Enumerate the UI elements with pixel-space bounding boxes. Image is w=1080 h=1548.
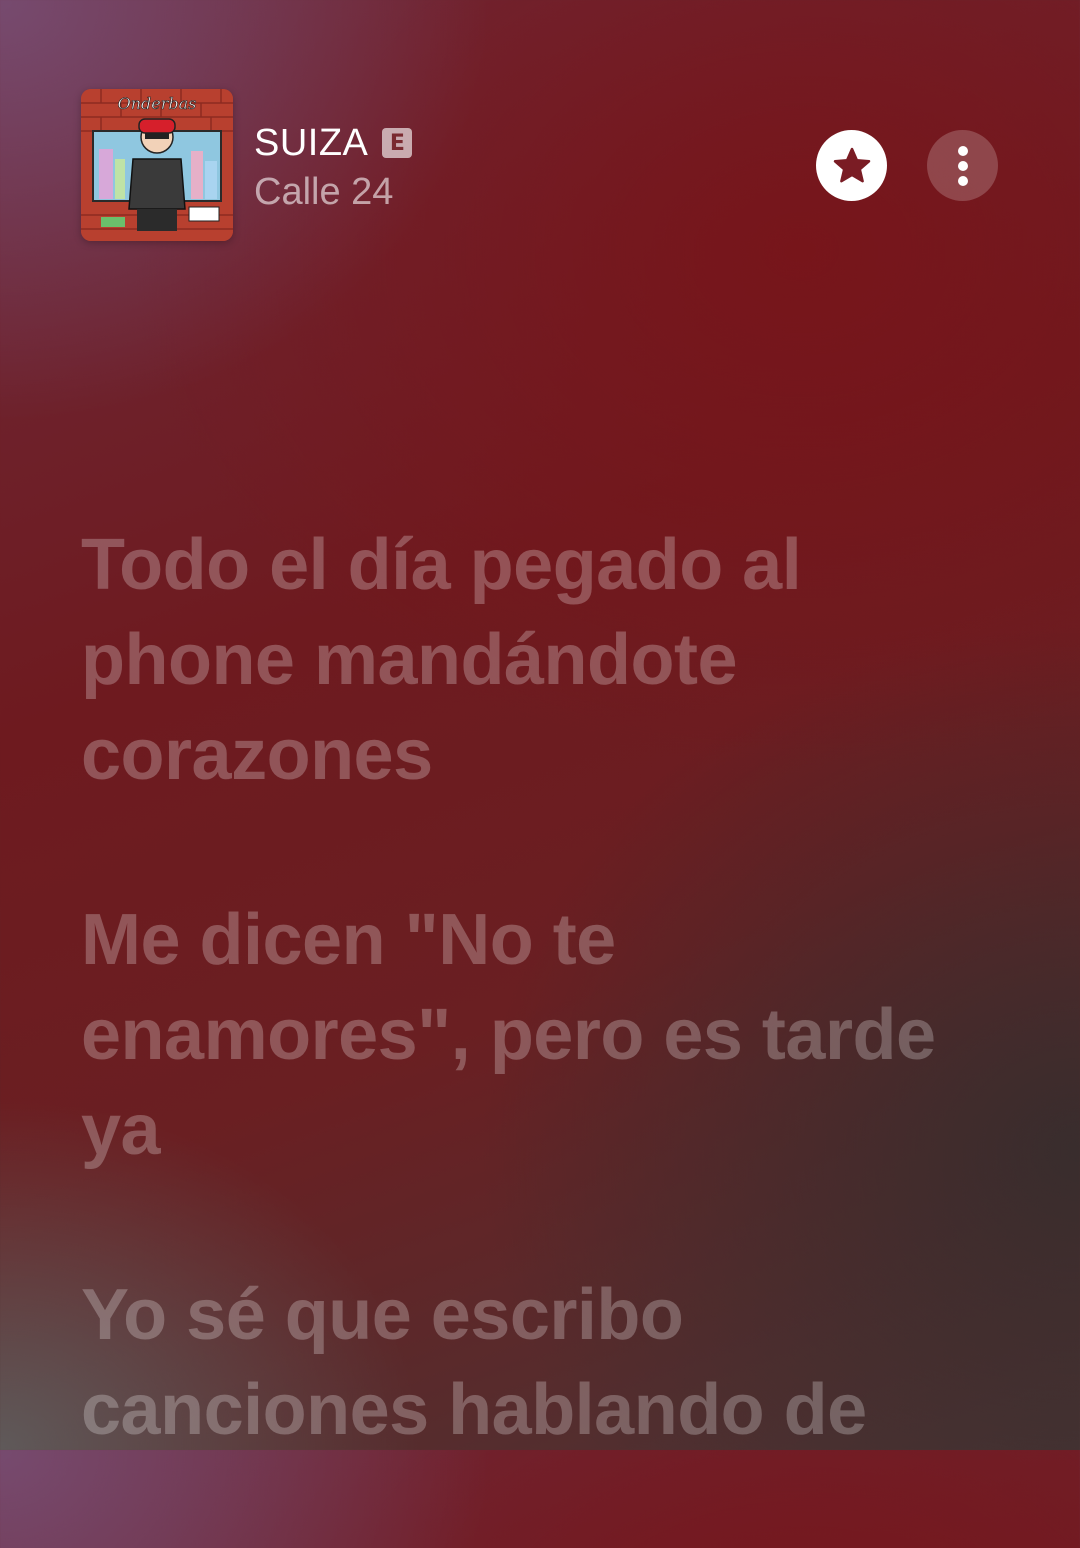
lyric-line[interactable]: Yo sé que escribo canciones hablando de — [81, 1268, 961, 1458]
lyric-line[interactable]: Todo el día pegado al phone mandándote c… — [81, 518, 961, 803]
favorite-button[interactable] — [816, 130, 887, 201]
lyric-line[interactable]: Me dicen "No te enamores", pero es tarde… — [81, 893, 961, 1178]
album-art-logo-text: Onderbas — [118, 94, 197, 113]
album-artwork[interactable]: Onderbas — [81, 89, 233, 241]
explicit-badge: E — [382, 128, 413, 158]
track-title-row: SUIZA E — [254, 119, 413, 167]
track-artist[interactable]: Calle 24 — [254, 171, 412, 214]
more-options-button[interactable] — [927, 130, 998, 201]
star-icon — [833, 147, 870, 182]
now-playing-header: Onderbas SUIZA E Calle 24 — [81, 89, 1001, 241]
album-artwork-illustration: Onderbas — [81, 89, 233, 241]
track-info: SUIZA E Calle 24 — [254, 119, 413, 214]
ellipsis-vertical-icon — [957, 145, 968, 186]
track-title[interactable]: SUIZA — [254, 122, 368, 165]
lyrics-view[interactable]: Todo el día pegado al phone mandándote c… — [81, 518, 961, 1548]
